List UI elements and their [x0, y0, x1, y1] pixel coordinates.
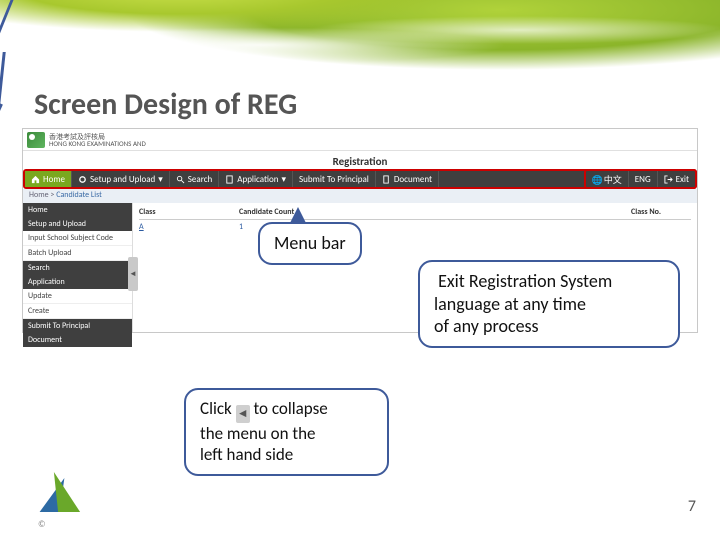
menu-setup-upload[interactable]: Setup and Upload ▾: [72, 171, 170, 187]
callout-exit: Exit Registration System language at any…: [418, 260, 680, 348]
form-icon: [225, 175, 234, 184]
menu-exit[interactable]: Exit: [658, 171, 695, 187]
callout-pointer: [290, 207, 306, 223]
sidebar-item-create[interactable]: Create: [23, 304, 132, 319]
sidebar-section-search[interactable]: Search: [23, 261, 132, 275]
sidebar-item-update[interactable]: Update: [23, 289, 132, 304]
menu-bar: Home Setup and Upload ▾ Search Applicati…: [23, 169, 697, 189]
callout-text: Click: [200, 398, 236, 419]
exit-icon: [664, 175, 673, 184]
home-icon: [31, 175, 40, 184]
menu-label: 中文: [604, 173, 622, 186]
menu-spacer: [439, 171, 584, 187]
chevron-down-icon: ▾: [282, 174, 287, 185]
menu-lang-en[interactable]: ENG: [629, 171, 658, 187]
col-class: Class: [139, 207, 199, 217]
breadcrumb-prefix: Home >: [29, 190, 56, 200]
callout-text: of any process: [434, 315, 539, 337]
menu-label: Home: [43, 174, 65, 185]
menu-home[interactable]: Home: [25, 171, 72, 187]
breadcrumb-current: Candidate List: [56, 190, 102, 200]
sidebar-section-setup[interactable]: Setup and Upload: [23, 217, 132, 231]
callout-pointer: [0, 52, 6, 104]
menu-lang-zh[interactable]: 🌐 中文: [586, 171, 629, 187]
app-title-row: Registration: [23, 151, 697, 169]
sidebar-item-input-subject[interactable]: Input School Subject Code: [23, 231, 132, 246]
hkeaa-logo: [27, 132, 45, 148]
app-header: 香港考試及評核局 HONG KONG EXAMINATIONS AND: [23, 129, 697, 151]
globe-icon: 🌐: [592, 175, 601, 184]
copyright-mark: ©: [38, 519, 46, 530]
sidebar-section-home[interactable]: Home: [23, 203, 132, 217]
sidebar-item-batch-upload[interactable]: Batch Upload: [23, 246, 132, 261]
decorative-wave-header: [0, 0, 720, 70]
menu-label: Exit: [676, 174, 689, 185]
menu-label: Setup and Upload: [90, 174, 155, 185]
grid-header-row: Class Candidate Count Class No.: [139, 205, 691, 220]
menu-label: Search: [188, 174, 212, 185]
callout-collapse: Click ◄ to collapse the menu on the left…: [184, 388, 389, 476]
footer-logo: [42, 472, 88, 518]
menu-label: Submit To Principal: [299, 174, 369, 185]
callout-pointer: [0, 103, 3, 192]
hkeaa-logo-text: 香港考試及評核局 HONG KONG EXAMINATIONS AND: [49, 133, 146, 147]
menu-label: Application: [237, 174, 278, 185]
breadcrumb: Home > Candidate List: [23, 189, 697, 203]
menu-label: Document: [394, 174, 432, 185]
chevron-down-icon: ▾: [158, 174, 163, 185]
col-spacer: [339, 207, 591, 217]
cell-class[interactable]: A: [139, 222, 199, 232]
callout-text: language at any time: [434, 293, 586, 315]
page-number: 7: [688, 497, 696, 516]
col-classno: Class No.: [631, 207, 691, 217]
menu-application[interactable]: Application ▾: [219, 171, 293, 187]
callout-menubar: Menu bar: [258, 222, 362, 265]
menu-right-group: 🌐 中文 ENG Exit: [584, 169, 697, 189]
grid-row: A 1 01: [139, 220, 691, 234]
callout-text: the menu on the: [200, 423, 316, 444]
callout-text: Menu bar: [274, 232, 346, 254]
callout-text: left hand side: [200, 444, 293, 465]
slide-title: Screen Design of REG: [34, 86, 297, 123]
app-title: Registration: [333, 155, 388, 168]
sidebar: Home Setup and Upload Input School Subje…: [23, 203, 133, 332]
collapse-handle[interactable]: ◄: [128, 257, 138, 291]
document-icon: [382, 175, 391, 184]
menu-submit-principal[interactable]: Submit To Principal: [293, 171, 376, 187]
sidebar-section-document[interactable]: Document: [23, 333, 132, 347]
callout-text: Exit Registration System: [438, 270, 612, 292]
menu-label: ENG: [635, 174, 651, 185]
gear-icon: [78, 175, 87, 184]
sidebar-section-application[interactable]: Application: [23, 275, 132, 289]
chevron-left-icon: ◄: [236, 405, 250, 423]
callout-text: to collapse: [250, 398, 328, 419]
menu-document[interactable]: Document: [376, 171, 439, 187]
menu-search[interactable]: Search: [170, 171, 219, 187]
search-icon: [176, 175, 185, 184]
sidebar-section-submit[interactable]: Submit To Principal: [23, 319, 132, 333]
chevron-left-icon: ◄: [129, 269, 137, 279]
